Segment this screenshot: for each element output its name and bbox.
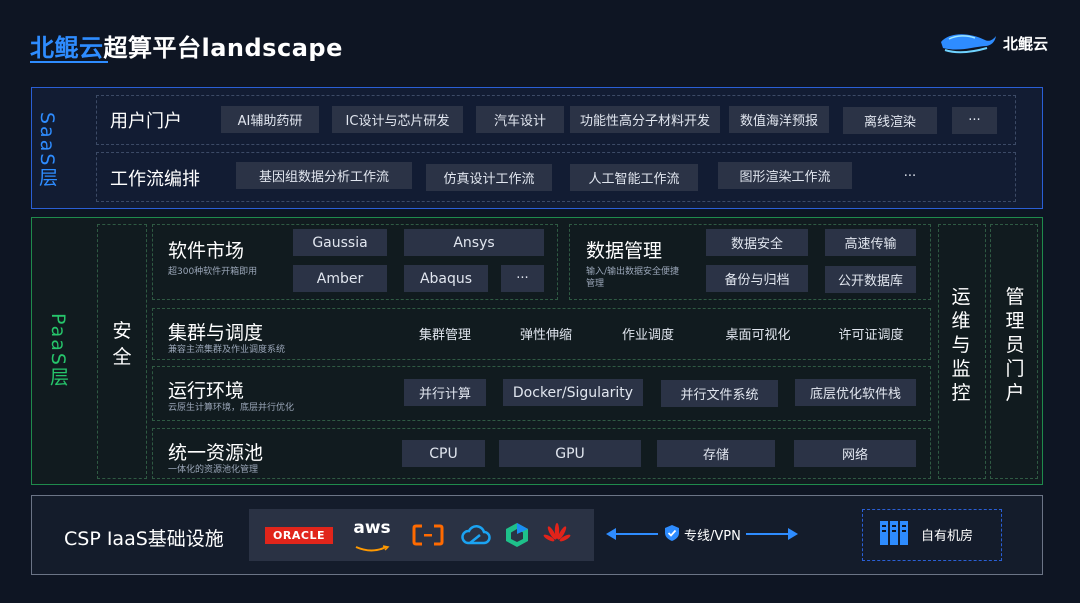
- chip-job-sched: 作业调度: [621, 328, 674, 343]
- oracle-logo: ORACLE: [265, 527, 333, 544]
- chip-network: 网络: [794, 440, 916, 467]
- vpn-line-left: [610, 533, 658, 535]
- pool-title: 统一资源池: [168, 442, 264, 464]
- chip-render-workflow: 图形渲染工作流: [718, 162, 852, 189]
- chip-license: 许可证调度: [838, 328, 904, 343]
- tencent-cloud-icon: [461, 525, 491, 545]
- page-title: 北鲲云超算平台landscape: [30, 34, 343, 62]
- software-market-title: 软件市场: [168, 240, 245, 262]
- chip-docker: Docker/Sigularity: [503, 379, 643, 406]
- chip-ai-drug: AI辅助药研: [221, 106, 319, 133]
- aliyun-icon: [412, 524, 444, 546]
- chip-parallel: 并行计算: [404, 379, 486, 406]
- saas-label: SaaS层: [36, 111, 58, 189]
- chip-sim-workflow: 仿真设计工作流: [426, 164, 552, 191]
- server-rack-icon: [880, 521, 908, 545]
- chip-storage: 存储: [657, 440, 775, 467]
- chip-desktop-vis: 桌面可视化: [725, 328, 791, 343]
- data-mgmt-desc-2: 管理: [586, 279, 605, 289]
- pool-desc: 一体化的资源池化管理: [168, 465, 259, 475]
- aws-logo: aws: [352, 518, 392, 552]
- security-label: 安全: [112, 320, 132, 368]
- chip-cpu: CPU: [402, 440, 485, 467]
- whale-logo-icon: [940, 34, 996, 54]
- chip-amber: Amber: [293, 265, 387, 292]
- workflow-row: [96, 152, 1016, 202]
- shield-icon: [665, 525, 679, 541]
- chip-more-software: ···: [501, 265, 544, 292]
- chip-public-db: 公开数据库: [825, 266, 916, 293]
- data-mgmt-title: 数据管理: [586, 240, 663, 262]
- aws-smile-icon: [355, 545, 390, 552]
- vpn-line-right: [746, 533, 792, 535]
- chip-parallel-fs: 并行文件系统: [661, 380, 778, 407]
- chip-ansys: Ansys: [404, 229, 544, 256]
- chip-genome-workflow: 基因组数据分析工作流: [236, 162, 412, 189]
- admin-label: 管理员门户: [1005, 286, 1025, 404]
- vpn-label: 专线/VPN: [684, 529, 741, 544]
- chip-backup: 备份与归档: [706, 265, 808, 292]
- user-portal-title: 用户门户: [110, 111, 182, 132]
- runtime-desc: 云原生计算环境，底层并行优化: [168, 403, 295, 413]
- chip-gaussia: Gaussia: [293, 229, 387, 256]
- chip-ocean: 数值海洋预报: [729, 106, 829, 133]
- chip-cluster-mgmt: 集群管理: [418, 328, 471, 343]
- chip-data-security: 数据安全: [706, 229, 808, 256]
- ops-label: 运维与监控: [951, 286, 971, 404]
- chip-auto-design: 汽车设计: [476, 106, 564, 133]
- chip-more-saas-2: ···: [903, 169, 917, 184]
- chip-opt-stack: 底层优化软件栈: [795, 379, 916, 406]
- title-underline: [30, 61, 108, 63]
- software-market-desc: 超300种软件开箱即用: [168, 267, 258, 277]
- chip-fast-transfer: 高速传输: [825, 229, 916, 256]
- chip-render: 离线渲染: [843, 107, 937, 134]
- paas-label: PaaS层: [47, 312, 69, 388]
- logo-text: 北鲲云: [1002, 34, 1048, 53]
- arrow-right-icon: [788, 528, 798, 540]
- cluster-desc: 兼容主流集群及作业调度系统: [168, 345, 286, 355]
- landscape-diagram: 北鲲云超算平台landscape 北鲲云 SaaS层 用户门户 AI辅助药研 I…: [0, 0, 1080, 603]
- chip-more-saas-1: ···: [952, 107, 997, 134]
- chip-elastic: 弹性伸缩: [519, 328, 572, 343]
- workflow-title: 工作流编排: [110, 169, 200, 190]
- chip-ai-workflow: 人工智能工作流: [570, 164, 698, 191]
- own-datacenter-label: 自有机房: [921, 529, 974, 544]
- iaas-title: CSP IaaS基础设施: [64, 528, 224, 550]
- brand-logo: 北鲲云: [939, 28, 1048, 58]
- chip-abaqus: Abaqus: [404, 265, 488, 292]
- chip-polymer: 功能性高分子材料开发: [570, 106, 720, 133]
- runtime-title: 运行环境: [168, 380, 245, 402]
- cluster-title: 集群与调度: [168, 322, 264, 344]
- qingcloud-icon: [506, 523, 528, 547]
- chip-ic-design: IC设计与芯片研发: [332, 106, 463, 133]
- huawei-icon: [543, 523, 571, 542]
- chip-gpu: GPU: [499, 440, 641, 467]
- arrow-left-icon: [606, 528, 616, 540]
